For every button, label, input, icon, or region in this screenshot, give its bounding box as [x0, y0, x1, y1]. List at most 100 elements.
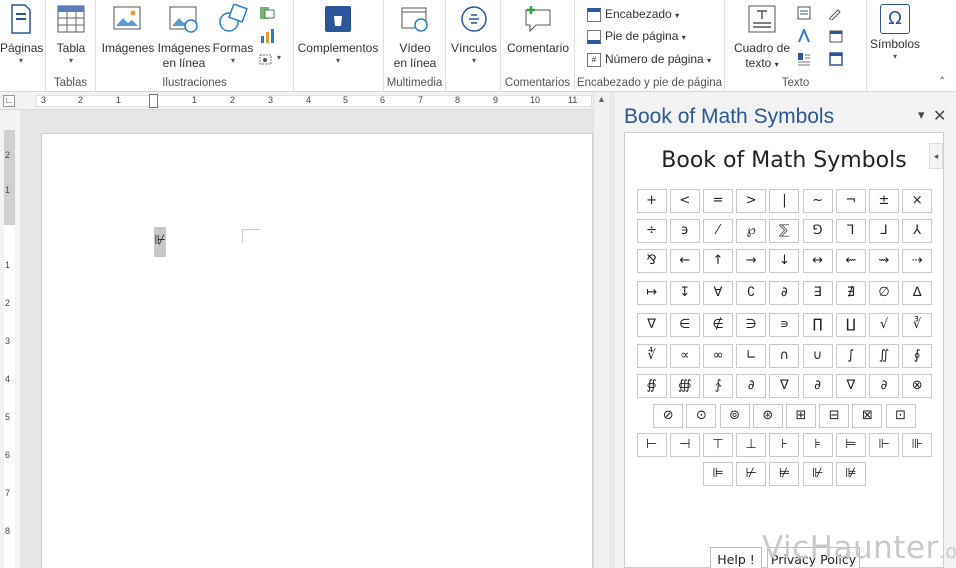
symbol-button[interactable]: ∬ — [869, 344, 899, 368]
comment-button[interactable]: Comentario — [503, 4, 573, 56]
symbol-button[interactable]: ∪ — [802, 344, 833, 368]
symbol-button[interactable]: ⊙ — [686, 404, 717, 428]
symbol-button[interactable]: ⊮ — [802, 462, 833, 486]
symbol-button[interactable]: ∈ — [669, 313, 700, 337]
symbol-button[interactable]: ~ — [802, 189, 833, 213]
pane-options-icon[interactable]: ▾ — [918, 107, 925, 123]
symbol-button[interactable]: = — [703, 189, 733, 213]
symbol-button[interactable]: ± — [869, 189, 899, 213]
symbol-button[interactable]: ϶ — [669, 219, 700, 243]
symbol-button[interactable]: ∰ — [669, 374, 700, 398]
symbol-button[interactable]: ⅁ — [802, 219, 833, 243]
scroll-up-icon[interactable]: ▲ — [597, 94, 606, 104]
object-icon[interactable] — [829, 52, 843, 66]
symbol-button[interactable]: ← — [669, 249, 700, 273]
symbol-button[interactable]: ⊨ — [835, 433, 866, 457]
symbol-button[interactable]: ⊚ — [719, 404, 750, 428]
collapse-ribbon-icon[interactable]: ⌃ — [938, 76, 946, 87]
smartart-icon[interactable] — [259, 5, 275, 21]
symbol-button[interactable]: ∍ — [769, 313, 800, 337]
symbol-button[interactable]: ∂ — [736, 374, 767, 398]
symbol-button[interactable]: ∜ — [636, 344, 667, 368]
symbol-button[interactable]: ∋ — [736, 313, 767, 337]
collapse-icon[interactable]: ◂ — [929, 143, 943, 169]
symbol-button[interactable]: ∉ — [703, 313, 733, 337]
table-button[interactable]: Tabla ▾ — [48, 4, 94, 66]
links-button[interactable]: Vínculos ▾ — [448, 4, 500, 66]
symbol-button[interactable]: ∯ — [636, 374, 667, 398]
symbol-button[interactable]: ⊧ — [802, 433, 833, 457]
symbol-button[interactable]: ⊞ — [786, 404, 816, 428]
symbol-button[interactable]: ⊘ — [653, 404, 684, 428]
symbol-button[interactable]: ⊠ — [852, 404, 883, 428]
horizontal-ruler[interactable]: ∟ 3 2 1 1 2 3 4 5 6 7 8 9 10 11 — [0, 92, 612, 110]
document-area[interactable]: ⊮ — [20, 110, 593, 568]
symbol-button[interactable]: ⅋ — [636, 249, 667, 273]
help-button[interactable]: Help ! — [710, 547, 762, 568]
symbol-button[interactable]: ∐ — [835, 313, 866, 337]
symbol-button[interactable]: ⊩ — [869, 433, 899, 457]
symbol-button[interactable]: ∫ — [835, 344, 866, 368]
symbol-button[interactable]: ⊥ — [736, 433, 767, 457]
symbol-button[interactable]: ⊗ — [902, 374, 933, 398]
symbol-button[interactable]: ↓ — [769, 249, 800, 273]
symbol-button[interactable]: ⊢ — [636, 433, 667, 457]
symbol-button[interactable]: ∆ — [902, 281, 933, 305]
symbol-button[interactable]: ⊯ — [835, 462, 866, 486]
symbol-button[interactable]: ↔ — [802, 249, 833, 273]
symbol-button[interactable]: ⊫ — [703, 462, 733, 486]
shapes-button[interactable]: Formas ▾ — [210, 3, 256, 66]
symbol-button[interactable]: ⇝ — [869, 249, 899, 273]
chart-icon[interactable] — [259, 28, 275, 44]
symbol-button[interactable]: | — [769, 189, 800, 213]
symbol-button[interactable]: ∩ — [769, 344, 800, 368]
addins-button[interactable]: Complementos ▾ — [294, 4, 382, 66]
symbol-button[interactable]: ∇ — [835, 374, 866, 398]
symbol-button[interactable]: ⊪ — [902, 433, 933, 457]
symbol-button[interactable]: ↦ — [636, 281, 667, 305]
symbol-button[interactable]: ↑ — [703, 249, 733, 273]
symbol-button[interactable]: ⊟ — [819, 404, 850, 428]
close-icon[interactable]: ✕ — [933, 106, 946, 126]
symbol-button[interactable]: < — [669, 189, 700, 213]
page-number-button[interactable]: # Número de página ▾ — [587, 49, 711, 69]
vertical-ruler[interactable]: 2 1 1 2 3 4 5 6 7 8 — [0, 110, 20, 568]
symbol-button[interactable]: ↧ — [669, 281, 700, 305]
symbol-button[interactable]: ⊣ — [669, 433, 700, 457]
symbol-button[interactable]: ∁ — [736, 281, 767, 305]
symbol-button[interactable]: ⅃ — [869, 219, 899, 243]
online-images-button[interactable]: Imágenes en línea — [156, 4, 212, 71]
symbol-button[interactable]: + — [636, 189, 667, 213]
header-button[interactable]: Encabezado ▾ — [587, 4, 679, 24]
online-video-button[interactable]: Vídeo en línea — [386, 4, 444, 71]
symbol-button[interactable]: ∮ — [902, 344, 933, 368]
symbol-button[interactable]: ⊤ — [703, 433, 733, 457]
datetime-icon[interactable] — [829, 29, 843, 43]
symbol-button[interactable]: ÷ — [636, 219, 667, 243]
symbol-button[interactable]: ⅂ — [835, 219, 866, 243]
tab-selector[interactable]: ∟ — [3, 95, 15, 107]
symbol-button[interactable]: > — [736, 189, 767, 213]
symbol-button[interactable]: ∀ — [703, 281, 733, 305]
symbol-button[interactable]: ∞ — [703, 344, 733, 368]
indent-marker[interactable] — [149, 94, 158, 108]
symbol-button[interactable]: ∂ — [869, 374, 899, 398]
symbol-button[interactable]: ⊦ — [769, 433, 800, 457]
screenshot-icon[interactable] — [259, 51, 275, 67]
symbol-button[interactable]: ¬ — [835, 189, 866, 213]
pages-button[interactable]: Páginas ▾ — [0, 4, 43, 66]
symbols-button[interactable]: Ω Símbolos ▾ — [867, 4, 923, 62]
symbol-button[interactable]: ⇢ — [902, 249, 933, 273]
document-page[interactable]: ⊮ — [41, 133, 593, 568]
quick-parts-icon[interactable] — [797, 6, 811, 20]
symbol-button[interactable]: ℘ — [736, 219, 767, 243]
symbol-button[interactable]: √ — [869, 313, 899, 337]
footer-button[interactable]: Pie de página ▾ — [587, 26, 686, 46]
symbol-button[interactable]: ∅ — [869, 281, 899, 305]
textbox-button[interactable]: Cuadro de texto ▾ — [731, 4, 793, 72]
symbol-button[interactable]: ∂ — [769, 281, 800, 305]
symbol-button[interactable]: ∄ — [835, 281, 866, 305]
symbol-button[interactable]: ⅄ — [902, 219, 933, 243]
dropcap-icon[interactable] — [797, 52, 811, 66]
symbol-button[interactable]: ⊡ — [885, 404, 916, 428]
